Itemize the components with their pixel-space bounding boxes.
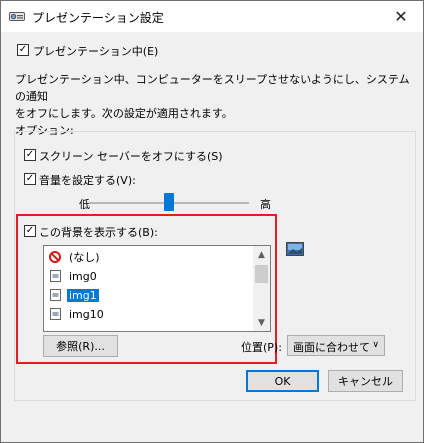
list-item-label: img10 bbox=[69, 307, 104, 321]
close-button[interactable]: ✕ bbox=[379, 1, 423, 32]
no-entry-icon bbox=[48, 250, 62, 264]
image-file-icon bbox=[48, 288, 62, 302]
cancel-button[interactable]: キャンセル bbox=[328, 370, 403, 392]
presenting-label[interactable]: プレゼンテーション中(E) bbox=[33, 43, 158, 59]
window-title: プレゼンテーション設定 bbox=[32, 11, 164, 25]
background-checkbox[interactable]: ✓ bbox=[24, 225, 36, 237]
volume-label[interactable]: 音量を設定する(V): bbox=[39, 172, 136, 188]
image-file-icon bbox=[48, 269, 62, 283]
image-file-icon bbox=[48, 307, 62, 321]
position-dropdown-value: 画面に合わせて bbox=[293, 341, 370, 354]
list-item-label: img0 bbox=[69, 269, 97, 283]
volume-slider-thumb[interactable] bbox=[164, 193, 174, 211]
position-dropdown[interactable]: 画面に合わせて ∨ bbox=[287, 335, 385, 356]
browse-button[interactable]: 参照(R)... bbox=[43, 335, 118, 357]
ok-button-label: OK bbox=[274, 374, 291, 388]
screensaver-label[interactable]: スクリーン セーバーをオフにする(S) bbox=[39, 148, 223, 164]
title-bar: プレゼンテーション設定 ✕ bbox=[1, 1, 423, 32]
scrollbar-thumb[interactable] bbox=[255, 265, 268, 283]
background-preview-icon bbox=[286, 242, 304, 256]
volume-high-label: 高 bbox=[260, 198, 271, 211]
listbox-scrollbar[interactable]: ▲ ▼ bbox=[253, 246, 270, 331]
cancel-button-label: キャンセル bbox=[338, 375, 393, 388]
volume-low-label: 低 bbox=[79, 198, 90, 211]
list-item-label: img1 bbox=[67, 288, 99, 302]
scroll-up-icon[interactable]: ▲ bbox=[253, 246, 270, 263]
scroll-down-icon[interactable]: ▼ bbox=[253, 314, 270, 331]
background-label[interactable]: この背景を表示する(B): bbox=[39, 224, 158, 240]
description-text: プレゼンテーション中、コンピューターをスリープさせないようにし、システムの通知 … bbox=[15, 71, 415, 122]
ok-button[interactable]: OK bbox=[246, 370, 319, 392]
presentation-settings-dialog: プレゼンテーション設定 ✕ ✓ プレゼンテーション中(E) プレゼンテーション中… bbox=[0, 0, 424, 443]
presenting-checkbox[interactable]: ✓ bbox=[17, 44, 29, 56]
screensaver-checkbox[interactable]: ✓ bbox=[24, 149, 36, 161]
position-label: 位置(P): bbox=[241, 341, 282, 354]
close-icon: ✕ bbox=[394, 7, 408, 26]
list-item-selected[interactable]: img1 bbox=[48, 286, 99, 304]
list-item-label: (なし) bbox=[69, 251, 100, 264]
description-line-2: をオフにします。次の設定が適用されます。 bbox=[15, 107, 233, 120]
list-item[interactable]: img10 bbox=[48, 305, 106, 323]
list-item[interactable]: (なし) bbox=[48, 248, 102, 266]
list-item[interactable]: img0 bbox=[48, 267, 99, 285]
volume-checkbox[interactable]: ✓ bbox=[24, 173, 36, 185]
browse-button-label: 参照(R)... bbox=[56, 340, 105, 353]
projector-icon bbox=[9, 12, 25, 21]
description-line-1: プレゼンテーション中、コンピューターをスリープさせないようにし、システムの通知 bbox=[15, 73, 410, 103]
chevron-down-icon: ∨ bbox=[372, 340, 379, 350]
background-listbox[interactable]: (なし) img0 img1 img10 ▲ ▼ bbox=[43, 245, 271, 332]
